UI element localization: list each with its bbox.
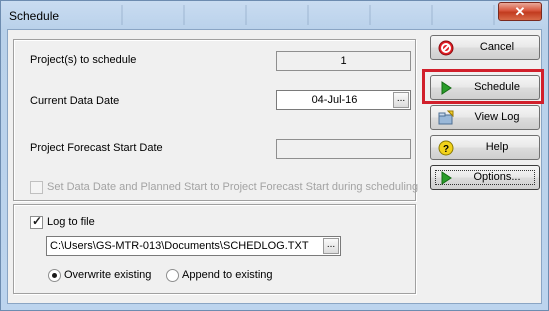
data-date-field[interactable]: 04-Jul-16 ... xyxy=(276,90,411,110)
data-date-picker-button[interactable]: ... xyxy=(393,92,409,108)
projects-count-field: 1 xyxy=(276,51,411,71)
log-path-value: C:\Users\GS-MTR-013\Documents\SCHEDLOG.T… xyxy=(50,240,309,252)
title-bar[interactable]: Schedule ✕ xyxy=(1,1,548,30)
help-button[interactable]: ? Help xyxy=(430,135,540,160)
overwrite-label: Overwrite existing xyxy=(64,269,152,281)
play-icon xyxy=(441,81,452,95)
schedule-button[interactable]: Schedule xyxy=(430,75,540,100)
data-date-value: 04-Jul-16 xyxy=(311,94,358,106)
cancel-icon xyxy=(438,40,454,56)
forecast-start-label: Project Forecast Start Date xyxy=(30,142,163,154)
set-dates-label: Set Data Date and Planned Start to Proje… xyxy=(47,181,419,193)
projects-count-value: 1 xyxy=(340,55,347,67)
schedule-label: Schedule xyxy=(474,81,520,93)
options-button[interactable]: Options... xyxy=(430,165,540,190)
cancel-button[interactable]: Cancel xyxy=(430,35,540,60)
window-title: Schedule xyxy=(9,9,60,23)
browse-log-path-button[interactable]: ... xyxy=(323,238,339,254)
log-path-input[interactable]: C:\Users\GS-MTR-013\Documents\SCHEDLOG.T… xyxy=(46,236,341,256)
append-radio[interactable] xyxy=(166,269,179,282)
svg-text:?: ? xyxy=(443,144,449,155)
play-icon xyxy=(441,171,452,185)
data-date-label: Current Data Date xyxy=(30,95,120,107)
help-label: Help xyxy=(485,141,509,153)
log-to-file-checkbox[interactable]: ✓ xyxy=(30,214,43,229)
view-log-label: View Log xyxy=(474,111,520,123)
close-button[interactable]: ✕ xyxy=(498,2,542,21)
radio-selected-dot xyxy=(52,273,57,278)
set-dates-checkbox[interactable] xyxy=(30,181,43,194)
options-label: Options... xyxy=(473,171,521,183)
log-folder-icon xyxy=(438,110,454,125)
view-log-button[interactable]: View Log xyxy=(430,105,540,130)
checkmark-icon: ✓ xyxy=(32,214,43,228)
cancel-label: Cancel xyxy=(479,41,515,53)
close-icon: ✕ xyxy=(514,4,526,19)
overwrite-radio[interactable] xyxy=(48,269,61,282)
background-ghost xyxy=(61,5,501,25)
log-to-file-label: Log to file xyxy=(47,216,95,228)
help-icon: ? xyxy=(438,140,454,156)
append-label: Append to existing xyxy=(182,269,273,281)
projects-label: Project(s) to schedule xyxy=(30,54,137,66)
forecast-start-field xyxy=(276,139,411,159)
